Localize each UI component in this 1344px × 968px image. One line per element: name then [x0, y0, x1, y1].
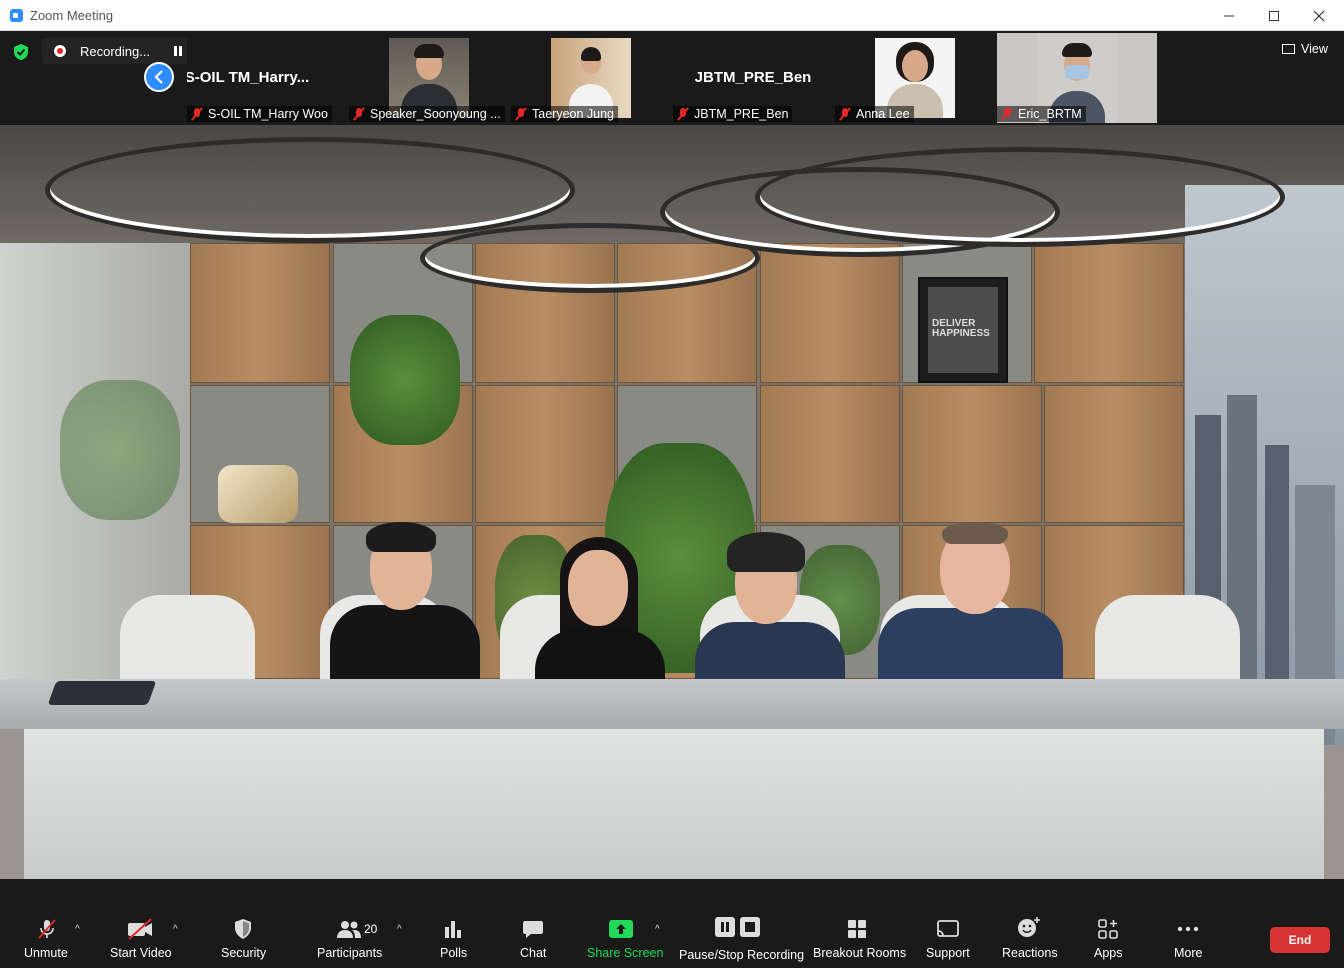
- share-screen-icon: [609, 917, 633, 941]
- reactions-label: Reactions: [1002, 946, 1058, 960]
- participant-name-large: JBTM_PRE_Ben: [694, 69, 812, 86]
- security-label: Security: [221, 946, 267, 960]
- mic-muted-icon: [1000, 107, 1014, 121]
- mic-muted-icon: [676, 107, 690, 121]
- mic-muted-icon: [190, 107, 204, 121]
- meeting-participant-video: [878, 520, 1063, 680]
- pause-stop-icons: [714, 915, 762, 939]
- participant-tile[interactable]: S-OIL TM_Harry... S-OIL TM_Harry Woo: [187, 33, 347, 123]
- participant-label: Eric_BRTM: [997, 106, 1086, 122]
- pause-stop-recording-label: Pause/Stop Recording: [679, 948, 805, 962]
- support-cast-icon: [935, 917, 961, 941]
- apps-icon: [1097, 917, 1119, 941]
- main-video: DELIVER HAPPINESS: [0, 125, 1344, 879]
- participant-name-large: S-OIL TM_Harry...: [187, 69, 310, 86]
- microphone-muted-icon: [35, 917, 59, 941]
- meeting-toolbar: Unmute ^ Start Video ^ Security 20 Parti…: [0, 879, 1344, 968]
- audio-options-caret[interactable]: ^: [75, 924, 80, 935]
- view-grid-icon: [1282, 44, 1295, 54]
- pause-stop-recording-button[interactable]: Pause/Stop Recording: [676, 879, 804, 968]
- polls-bar-chart-icon: [442, 917, 464, 941]
- window-title: Zoom Meeting: [30, 8, 114, 23]
- reactions-smile-icon: [1016, 915, 1042, 939]
- mic-muted-icon: [514, 107, 528, 121]
- meeting-participant-video: [530, 535, 670, 680]
- end-meeting-button[interactable]: End: [1270, 927, 1330, 953]
- video-options-caret[interactable]: ^: [173, 924, 178, 935]
- minimize-icon: [1224, 15, 1234, 16]
- security-button[interactable]: Security: [214, 879, 272, 968]
- participant-strip: Recording... S-OIL TM_Harry... S-OIL TM_…: [0, 31, 1344, 125]
- participant-label: Taeryeon Jung: [511, 106, 619, 122]
- polls-label: Polls: [440, 946, 468, 960]
- close-icon: [1313, 10, 1325, 21]
- share-screen-label: Share Screen: [587, 946, 664, 960]
- participants-options-caret[interactable]: ^: [397, 924, 402, 935]
- breakout-rooms-button[interactable]: Breakout Rooms: [812, 879, 906, 968]
- share-screen-button[interactable]: Share Screen: [582, 879, 664, 968]
- maximize-button[interactable]: [1251, 0, 1297, 31]
- participant-label: Anna Lee: [835, 106, 914, 122]
- participant-tile[interactable]: Speaker_Soonyoung ...: [349, 33, 509, 123]
- recording-dot-icon: [54, 45, 66, 57]
- zoom-app-icon: [10, 9, 23, 22]
- breakout-rooms-grid-icon: [846, 917, 868, 941]
- participant-tile[interactable]: Anna Lee: [835, 33, 995, 123]
- apps-button[interactable]: Apps: [1086, 879, 1130, 968]
- chevron-left-icon: [154, 70, 163, 84]
- chat-bubble-icon: [522, 917, 544, 941]
- start-video-button[interactable]: Start Video: [104, 879, 176, 968]
- chat-button[interactable]: Chat: [512, 879, 554, 968]
- meeting-participant-video: [685, 530, 855, 682]
- support-label: Support: [926, 946, 970, 960]
- breakout-rooms-label: Breakout Rooms: [813, 946, 907, 960]
- recording-status: Recording...: [80, 44, 151, 59]
- maximize-icon: [1269, 10, 1279, 21]
- participant-label: S-OIL TM_Harry Woo: [187, 106, 332, 122]
- minimize-button[interactable]: [1206, 0, 1252, 31]
- polls-button[interactable]: Polls: [432, 879, 474, 968]
- view-button[interactable]: View: [1282, 42, 1328, 56]
- mic-muted-icon: [838, 107, 852, 121]
- participants-label: Participants: [317, 946, 383, 960]
- window-titlebar: Zoom Meeting: [0, 0, 1344, 31]
- more-label: More: [1174, 946, 1203, 960]
- participants-button[interactable]: 20 Participants: [312, 879, 386, 968]
- participant-tile[interactable]: Eric_BRTM: [997, 33, 1157, 123]
- encryption-shield-icon[interactable]: [12, 43, 30, 61]
- mic-muted-icon: [352, 107, 366, 121]
- share-options-caret[interactable]: ^: [655, 924, 660, 935]
- participant-count: 20: [364, 922, 378, 936]
- unmute-label: Unmute: [24, 946, 68, 960]
- table-tablet: [47, 681, 157, 705]
- participant-label: JBTM_PRE_Ben: [673, 106, 793, 122]
- participant-tile[interactable]: Taeryeon Jung: [511, 33, 671, 123]
- unmute-button[interactable]: Unmute: [16, 879, 78, 968]
- security-shield-icon: [232, 917, 254, 941]
- close-button[interactable]: [1296, 0, 1342, 31]
- previous-page-button[interactable]: [144, 62, 174, 92]
- start-video-label: Start Video: [110, 946, 172, 960]
- participant-tile[interactable]: JBTM_PRE_Ben JBTM_PRE_Ben: [673, 33, 833, 123]
- more-dots-icon: [1176, 917, 1200, 941]
- poster: DELIVER HAPPINESS: [918, 277, 1008, 383]
- support-button[interactable]: Support: [922, 879, 974, 968]
- participant-label: Speaker_Soonyoung ...: [349, 106, 505, 122]
- apps-label: Apps: [1094, 946, 1123, 960]
- video-off-icon: [126, 917, 154, 941]
- chat-label: Chat: [520, 946, 547, 960]
- more-button[interactable]: More: [1166, 879, 1210, 968]
- meeting-participant-video: [330, 520, 480, 680]
- reactions-button[interactable]: Reactions: [998, 879, 1058, 968]
- pause-recording-icon[interactable]: [173, 46, 183, 56]
- participants-icon: [334, 917, 364, 941]
